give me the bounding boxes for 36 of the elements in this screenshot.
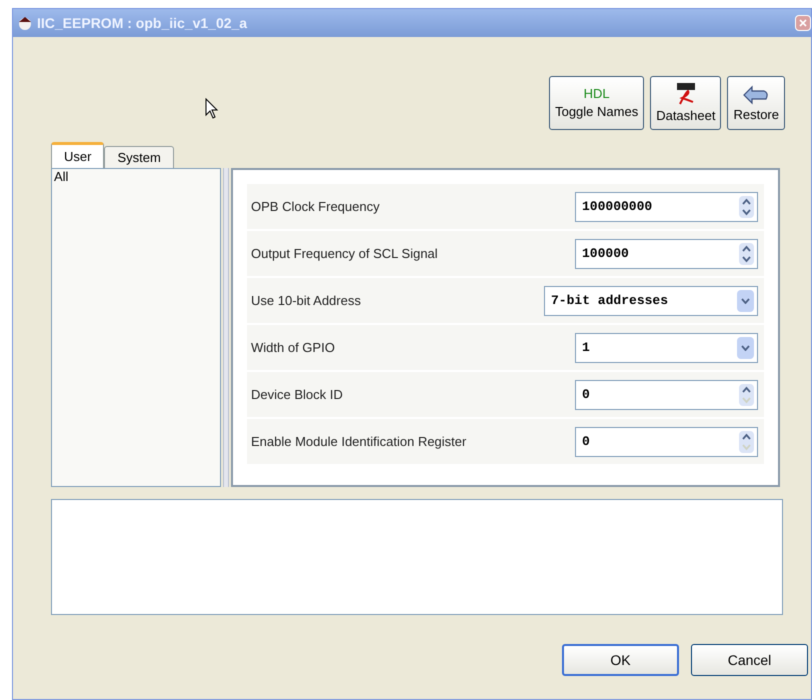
- field-value: 0: [582, 386, 591, 404]
- toolbar-button-label: Toggle Names: [555, 104, 638, 120]
- parameter-label: OPB Clock Frequency: [251, 198, 381, 216]
- app-icon: [17, 15, 33, 31]
- field-value: 0: [582, 432, 591, 451]
- spinner-field[interactable]: 100000000: [575, 192, 758, 222]
- mouse-cursor-icon: [205, 98, 219, 120]
- parameter-label: Enable Module Identification Register: [251, 432, 468, 451]
- spinner-field[interactable]: 0: [575, 426, 758, 456]
- parameter-label: Width of GPIO: [251, 338, 336, 357]
- field-value: 7-bit addresses: [551, 292, 670, 310]
- list-item[interactable]: All: [54, 169, 218, 185]
- spinner-field[interactable]: 100000: [575, 238, 758, 268]
- parameter-label: Output Frequency of SCL Signal: [251, 244, 439, 263]
- toolbar-button-label: Datasheet: [656, 108, 716, 124]
- tab[interactable]: System: [104, 146, 174, 168]
- parameter-label: Device Block ID: [251, 386, 344, 404]
- field-value: 1: [582, 338, 591, 357]
- arrow-icon: [742, 83, 770, 105]
- field-value: 100000: [582, 244, 630, 263]
- toolbar-button[interactable]: Datasheet: [650, 76, 722, 130]
- close-icon: [799, 19, 807, 27]
- dialog-button[interactable]: OK: [562, 644, 679, 676]
- tab[interactable]: User: [51, 142, 104, 168]
- dropdown-field[interactable]: 1: [575, 332, 758, 362]
- field-value: 100000000: [582, 198, 654, 216]
- hdl-label: HDL: [584, 86, 610, 102]
- spinner-field[interactable]: 0: [575, 380, 758, 410]
- dialog-button[interactable]: Cancel: [691, 644, 808, 676]
- toolbar-button[interactable]: Restore: [727, 76, 785, 130]
- window-title: IIC_EEPROM : opb_iic_v1_02_a: [37, 14, 248, 33]
- toolbar-button[interactable]: HDL Toggle Names: [549, 76, 644, 130]
- toolbar-button-label: Restore: [733, 107, 779, 123]
- dropdown-field[interactable]: 7-bit addresses: [544, 286, 758, 316]
- parameter-label: Use 10-bit Address: [251, 292, 362, 310]
- pdf-icon: [676, 82, 696, 106]
